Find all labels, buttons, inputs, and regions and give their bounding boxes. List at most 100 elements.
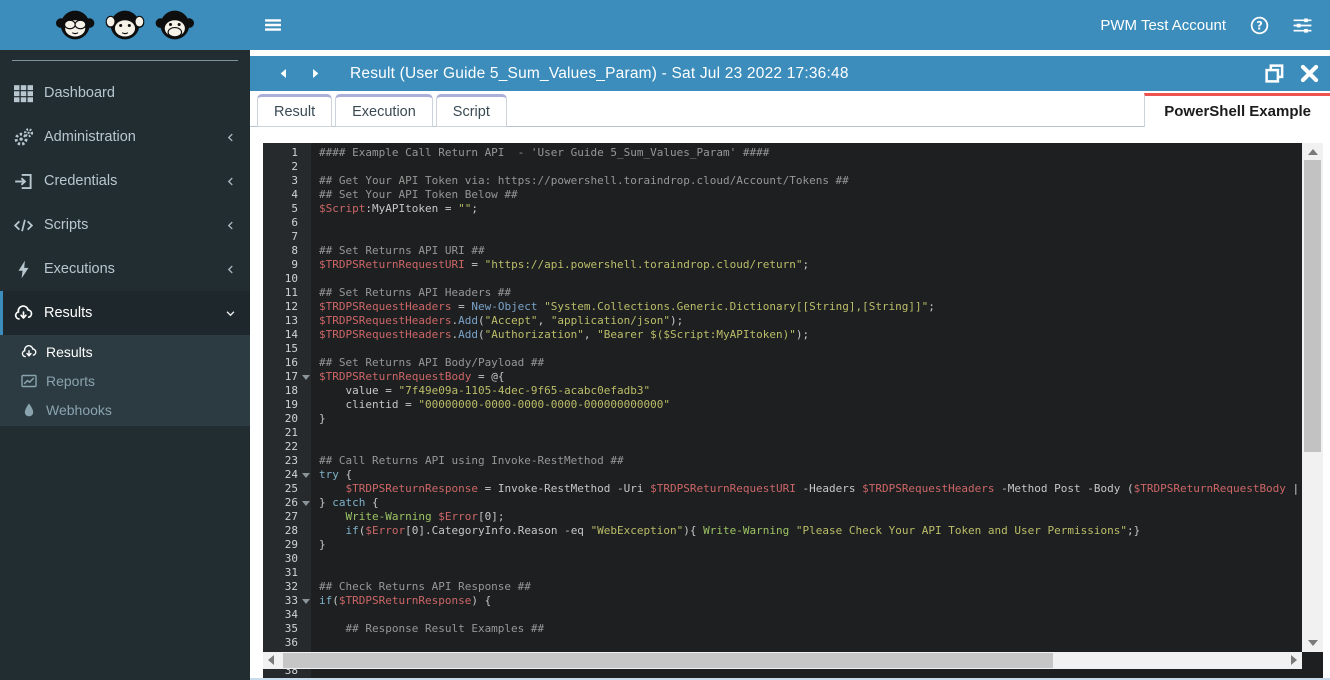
close-icon[interactable] xyxy=(1299,63,1320,84)
chevron-left-icon xyxy=(225,176,236,187)
code-line: 30 xyxy=(263,552,1302,566)
vertical-scroll-thumb[interactable] xyxy=(1304,160,1321,452)
code-text: #### Example Call Return API - 'User Gui… xyxy=(319,146,770,159)
line-number: 1 xyxy=(291,146,298,159)
code-line: 12 $TRDPSRequestHeaders = New-Object "Sys… xyxy=(263,300,1302,314)
sliders-icon[interactable] xyxy=(1293,16,1312,35)
sidebar-submenu: Results Reports Webhooks xyxy=(0,335,250,426)
line-number: 6 xyxy=(291,216,298,229)
caret-left-icon[interactable] xyxy=(277,66,290,81)
sidebar-subitem-reports[interactable]: Reports xyxy=(0,366,250,395)
code-line: 3 ## Get Your API Token via: https://powe… xyxy=(263,174,1302,188)
bolt-icon xyxy=(14,260,33,279)
line-number: 27 xyxy=(284,510,298,523)
sidebar-item-executions[interactable]: Executions xyxy=(0,247,250,291)
line-number: 23 xyxy=(284,454,298,467)
sidebar-subitem-label: Reports xyxy=(46,372,96,389)
line-number: 25 xyxy=(284,482,298,495)
top-navbar: PWM Test Account ? xyxy=(250,0,1330,50)
sidebar-item-label: Results xyxy=(44,305,93,321)
tab-execution[interactable]: Execution xyxy=(335,94,433,127)
scroll-down-icon[interactable] xyxy=(1308,640,1318,646)
code-line: 5 $Script:MyAPItoken = ""; xyxy=(263,202,1302,216)
line-number: 4 xyxy=(291,188,298,201)
line-number: 32 xyxy=(284,580,298,593)
line-number: 14 xyxy=(284,328,298,341)
vertical-scrollbar[interactable] xyxy=(1302,143,1323,652)
code-text: if($Error[0].CategoryInfo.Reason -eq "We… xyxy=(345,524,1141,537)
tab-result[interactable]: Result xyxy=(257,94,333,127)
code-line: 9 $TRDPSReturnRequestURI = "https://api.p… xyxy=(263,258,1302,272)
code-text: } xyxy=(319,538,326,551)
line-number: 13 xyxy=(284,314,298,327)
droplet-icon xyxy=(21,402,37,418)
app-logo[interactable] xyxy=(0,0,250,50)
horizontal-scroll-thumb[interactable] xyxy=(283,653,1053,668)
code-text: $TRDPSRequestHeaders.Add("Authorization"… xyxy=(319,328,810,341)
code-line: 13 $TRDPSRequestHeaders.Add("Accept", "ap… xyxy=(263,314,1302,328)
tab-script[interactable]: Script xyxy=(435,94,507,127)
help-icon[interactable]: ? xyxy=(1250,16,1269,35)
sign-in-icon xyxy=(14,172,33,191)
restore-icon[interactable] xyxy=(1264,63,1285,84)
sidebar-item-dashboard[interactable]: Dashboard xyxy=(0,71,250,115)
sidebar-item-results[interactable]: Results xyxy=(0,291,250,335)
fold-marker-icon[interactable] xyxy=(302,473,310,478)
code-line: 2 xyxy=(263,160,1302,174)
horizontal-scrollbar[interactable] xyxy=(263,652,1302,669)
code-text: Write-Warning $Error[0]; xyxy=(345,510,505,523)
sidebar-item-scripts[interactable]: Scripts xyxy=(0,203,250,247)
sidebar-item-label: Administration xyxy=(44,129,136,145)
code-text: } xyxy=(319,412,326,425)
fold-marker-icon[interactable] xyxy=(302,501,310,506)
cogs-icon xyxy=(14,127,33,147)
scroll-up-icon[interactable] xyxy=(1308,149,1318,155)
code-text: clientid = "00000000-0000-0000-0000-0000… xyxy=(319,398,671,411)
code-text: value = "7f49e09a-1105-4dec-9f65-acabc0e… xyxy=(319,384,651,397)
code-icon xyxy=(14,216,33,235)
code-line: 28 if($Error[0].CategoryInfo.Reason -eq … xyxy=(263,524,1302,538)
caret-right-icon[interactable] xyxy=(309,66,322,81)
code-editor[interactable]: 1 #### Example Call Return API - 'User Gu… xyxy=(263,143,1323,678)
code-text: ## Set Returns API URI ## xyxy=(319,244,485,257)
sidebar-menu: Dashboard Administration Credentials Script… xyxy=(0,71,250,426)
code-line: 34 xyxy=(263,608,1302,622)
code-line: 11 ## Set Returns API Headers ## xyxy=(263,286,1302,300)
line-number: 12 xyxy=(284,300,298,313)
tab-powershell-example[interactable]: PowerShell Example xyxy=(1144,93,1330,127)
code-line: 36 xyxy=(263,636,1302,650)
scroll-left-icon[interactable] xyxy=(268,655,274,665)
line-number: 30 xyxy=(284,552,298,565)
code-line: 24 try { xyxy=(263,468,1302,482)
hamburger-icon[interactable] xyxy=(264,17,282,33)
line-number: 9 xyxy=(291,258,298,271)
sidebar: Dashboard Administration Credentials Script… xyxy=(0,50,250,680)
sidebar-subitem-results[interactable]: Results xyxy=(0,337,250,366)
editor-content[interactable]: 1 #### Example Call Return API - 'User Gu… xyxy=(263,146,1302,678)
account-menu[interactable]: PWM Test Account xyxy=(1100,17,1226,34)
code-line: 31 xyxy=(263,566,1302,580)
fold-marker-icon[interactable] xyxy=(302,375,310,380)
fold-marker-icon[interactable] xyxy=(302,599,310,604)
line-number: 8 xyxy=(291,244,298,257)
svg-text:?: ? xyxy=(1256,19,1263,32)
code-line: 23 ## Call Returns API using Invoke-RestM… xyxy=(263,454,1302,468)
sidebar-item-administration[interactable]: Administration xyxy=(0,115,250,159)
sidebar-subitem-webhooks[interactable]: Webhooks xyxy=(0,395,250,424)
line-number: 33 xyxy=(263,594,311,608)
scroll-right-icon[interactable] xyxy=(1291,655,1297,665)
sidebar-item-credentials[interactable]: Credentials xyxy=(0,159,250,203)
code-text: ## Set Returns API Body/Payload ## xyxy=(319,356,545,369)
window-titlebar: Result (User Guide 5_Sum_Values_Param) -… xyxy=(250,56,1330,91)
line-number: 16 xyxy=(284,356,298,369)
code-text: $TRDPSReturnRequestBody = @{ xyxy=(319,370,505,383)
line-number: 34 xyxy=(284,608,298,621)
code-text: ## Check Returns API Response ## xyxy=(319,580,531,593)
code-text: ## Get Your API Token via: https://power… xyxy=(319,174,849,187)
sidebar-item-label: Executions xyxy=(44,261,115,277)
